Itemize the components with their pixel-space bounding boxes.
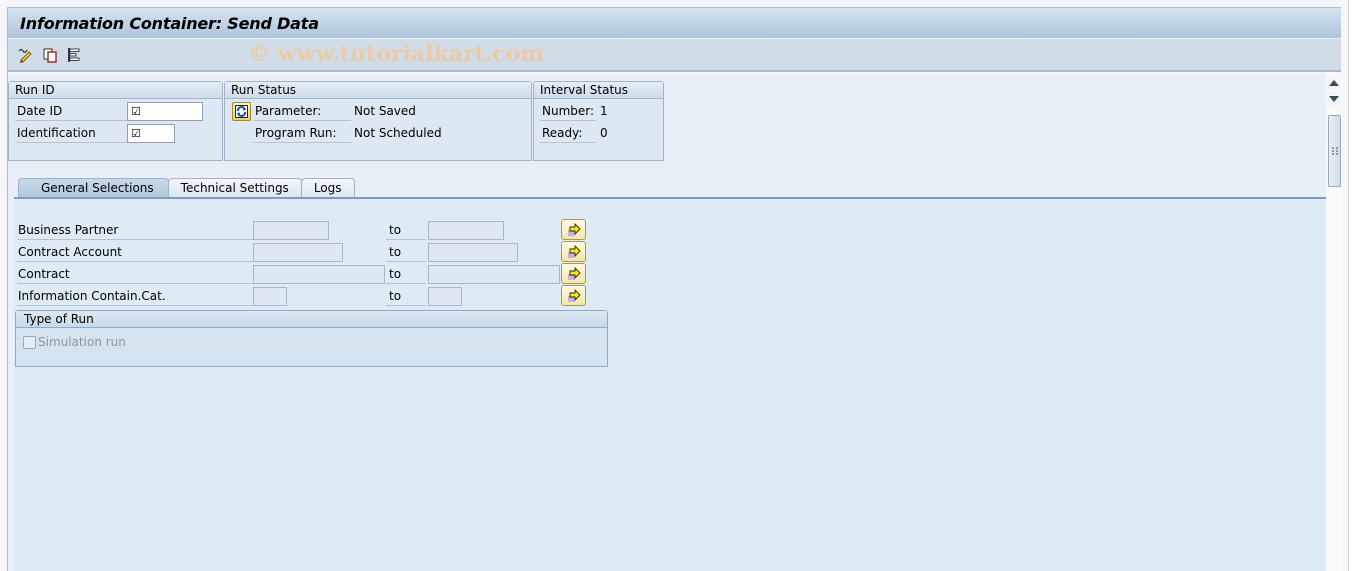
business-partner-to-input[interactable] [428, 221, 504, 240]
page-title: Information Container: Send Data [20, 13, 319, 33]
tab-strip: General Selections Technical Settings Lo… [18, 178, 355, 198]
multiple-selection-arrow-icon [567, 288, 581, 302]
date-id-field[interactable]: ☑ [127, 102, 203, 121]
tab-logs[interactable]: Logs [300, 178, 355, 198]
program-run-value: Not Scheduled [354, 126, 442, 140]
tab-general-selections[interactable]: General Selections [18, 178, 169, 198]
run-status-title: Run Status [225, 82, 531, 99]
ready-label: Ready: [540, 124, 596, 143]
contract-from-input[interactable] [253, 265, 385, 284]
to-label: to [386, 287, 426, 306]
title-bar: Information Container: Send Data [8, 8, 1341, 39]
information-container-category-multiple-selection-button[interactable] [561, 285, 586, 306]
list-icon[interactable] [64, 45, 84, 65]
tab-technical-settings[interactable]: Technical Settings [167, 178, 302, 198]
simulation-run-checkbox[interactable]: Simulation run [23, 335, 126, 349]
scroll-up-button[interactable] [1327, 76, 1341, 90]
contract-account-from-input[interactable] [253, 243, 343, 262]
contract-account-to-input[interactable] [428, 243, 518, 262]
contract-label: Contract [17, 265, 255, 284]
date-id-label: Date ID [15, 102, 127, 121]
to-label: to [386, 265, 426, 284]
general-selections-panel: Business Partner to Contract Account to … [14, 197, 1326, 571]
business-partner-from-input[interactable] [253, 221, 329, 240]
run-id-group: Run ID Date ID ☑ Identification ☑ [8, 81, 223, 161]
number-label: Number: [540, 102, 596, 121]
to-label: to [386, 243, 426, 262]
triangle-down-icon [1329, 96, 1339, 102]
multiple-selection-arrow-icon [567, 244, 581, 258]
contract-account-multiple-selection-button[interactable] [561, 241, 586, 262]
ready-value: 0 [600, 126, 608, 140]
identification-field[interactable]: ☑ [127, 124, 175, 143]
refresh-button[interactable] [232, 102, 251, 121]
window-edge [1348, 0, 1356, 571]
information-container-category-from-input[interactable] [253, 287, 287, 306]
sap-window: Information Container: Send Data © www.t… [7, 7, 1342, 571]
interval-status-title: Interval Status [534, 82, 663, 99]
business-partner-label: Business Partner [17, 221, 255, 240]
type-of-run-title: Type of Run [16, 311, 607, 328]
program-run-label: Program Run: [253, 124, 351, 143]
application-toolbar: © www.tutorialkart.com [8, 39, 1341, 72]
information-container-category-label: Information Contain.Cat. [17, 287, 255, 306]
edit-variant-icon[interactable] [16, 45, 36, 65]
contract-to-input[interactable] [428, 265, 560, 284]
main-content: Run ID Date ID ☑ Identification ☑ Run St… [8, 74, 1342, 571]
parameter-value: Not Saved [354, 104, 416, 118]
triangle-up-icon [1329, 80, 1339, 86]
information-container-category-to-input[interactable] [428, 287, 462, 306]
refresh-icon [235, 105, 248, 118]
grip-icon [1331, 147, 1338, 155]
simulation-run-label: Simulation run [38, 335, 126, 349]
number-value: 1 [600, 104, 608, 118]
multiple-selection-arrow-icon [567, 266, 581, 280]
parameter-label: Parameter: [253, 102, 351, 121]
to-label: to [386, 221, 426, 240]
contract-account-label: Contract Account [17, 243, 255, 262]
checkbox-icon [23, 335, 36, 349]
scroll-thumb[interactable] [1328, 115, 1341, 187]
business-partner-multiple-selection-button[interactable] [561, 219, 586, 240]
watermark-text: © www.tutorialkart.com [248, 41, 544, 67]
vertical-scrollbar[interactable] [1326, 74, 1342, 571]
run-id-title: Run ID [9, 82, 222, 99]
contract-multiple-selection-button[interactable] [561, 263, 586, 284]
multiple-selection-arrow-icon [567, 222, 581, 236]
run-status-group: Run Status Parameter: Not Saved Program … [224, 81, 532, 161]
identification-label: Identification [15, 124, 127, 143]
type-of-run-group: Type of Run Simulation run [15, 310, 608, 367]
copy-icon[interactable] [40, 45, 60, 65]
scroll-down-button[interactable] [1327, 92, 1341, 106]
interval-status-group: Interval Status Number: 1 Ready: 0 [533, 81, 664, 161]
